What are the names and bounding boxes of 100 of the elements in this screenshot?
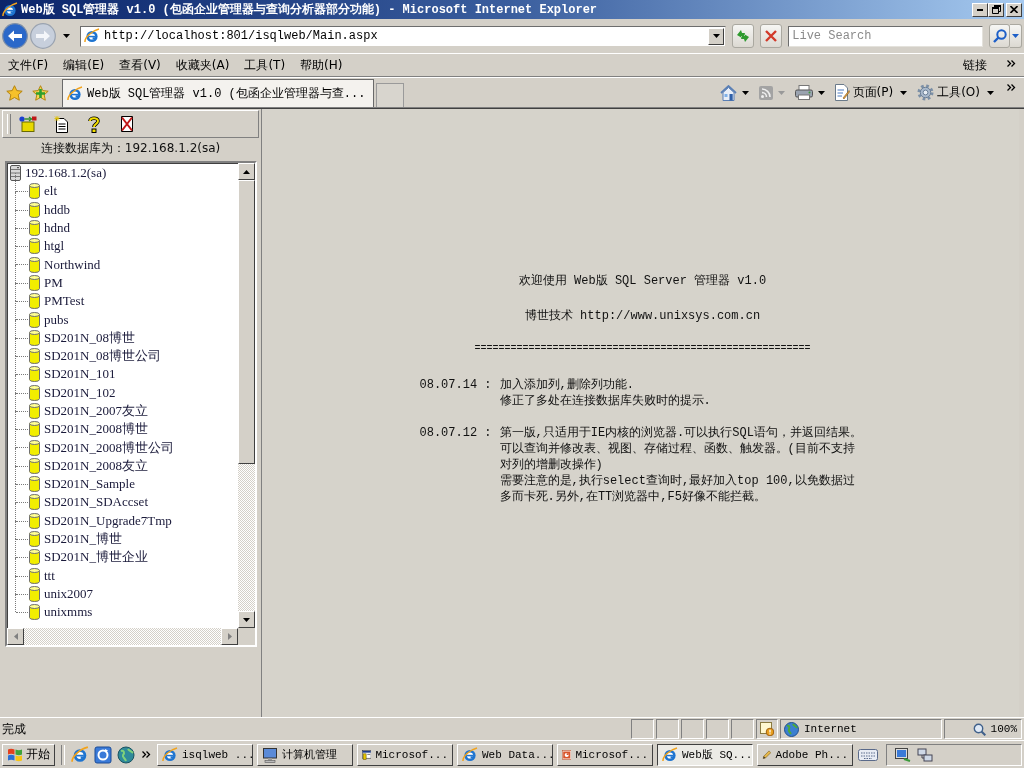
globe-icon <box>117 745 135 764</box>
tree-item[interactable]: Northwind <box>29 256 101 273</box>
status-pane <box>631 719 654 739</box>
minimize-button[interactable] <box>972 2 988 17</box>
url-text: http://localhost:801/isqlweb/Main.aspx <box>104 29 379 43</box>
database-icon <box>29 293 40 310</box>
restore-icon <box>991 5 1001 14</box>
tree-item[interactable]: SD201N_2008博世 <box>29 421 148 438</box>
address-field[interactable]: http://localhost:801/isqlweb/Main.aspx <box>80 25 727 47</box>
tree-item[interactable]: SD201N_101 <box>29 366 116 383</box>
search-options-button[interactable] <box>1010 24 1022 48</box>
links-button[interactable]: 链接 <box>957 54 993 76</box>
tree-item[interactable]: SD201N_08博世公司 <box>29 348 161 365</box>
tree-item[interactable]: pubs <box>29 311 69 328</box>
tree-item[interactable]: hddb <box>29 201 70 218</box>
search-field[interactable]: Live Search <box>788 25 984 47</box>
tree-item[interactable]: unix2007 <box>29 585 94 602</box>
database-icon <box>29 567 40 584</box>
start-button[interactable]: 开始 <box>2 743 55 766</box>
scroll-right-button[interactable] <box>221 628 238 645</box>
tree-item[interactable]: ttt <box>29 567 55 584</box>
scroll-up-button[interactable] <box>238 163 255 180</box>
taskbar-button[interactable]: Web版 SQ... <box>657 743 753 766</box>
chevrons-icon[interactable] <box>1007 84 1016 91</box>
tree-item[interactable]: unixmms <box>29 604 93 621</box>
tree-item[interactable]: SD201N_Sample <box>29 476 135 493</box>
close-icon <box>1010 6 1018 13</box>
tree-item[interactable]: PM <box>29 274 63 291</box>
zoom-level: 100% <box>990 723 1017 735</box>
database-icon <box>29 183 40 200</box>
taskbar-button[interactable]: Microsof... <box>357 743 453 766</box>
tree-item[interactable]: SD201N_博世企业 <box>29 549 148 566</box>
taskbar-button[interactable]: Adobe Ph... <box>757 743 853 766</box>
tree-item[interactable]: PMTest <box>29 293 85 310</box>
database-icon <box>29 494 40 511</box>
taskbar-button[interactable]: isqlweb ... <box>157 743 253 766</box>
chevrons-icon[interactable] <box>142 751 151 758</box>
stop-button[interactable] <box>760 24 783 48</box>
tree-item[interactable]: SD201N_SDAccset <box>29 494 148 511</box>
scroll-left-button[interactable] <box>7 628 24 645</box>
menu-item[interactable]: 收藏夹(A) <box>169 54 236 76</box>
search-button[interactable] <box>989 24 1011 48</box>
address-dropdown-button[interactable] <box>708 27 725 45</box>
stop-icon <box>765 30 778 42</box>
scroll-down-button[interactable] <box>238 611 255 628</box>
tree-item[interactable]: htgl <box>29 238 65 255</box>
quick-launch-button[interactable] <box>92 743 114 766</box>
command-menu-button[interactable]: 工具(O) <box>914 84 997 101</box>
changelog-date: 08.07.12 : <box>419 426 492 440</box>
chevrons-icon[interactable] <box>1007 59 1016 67</box>
menu-item[interactable]: 编辑(E) <box>57 54 111 76</box>
database-icon <box>29 384 40 401</box>
browser-tab[interactable]: Web版 SQL管理器 v1.0 (包函企业管理器与查... <box>62 79 375 107</box>
tree-item[interactable]: SD201N_2008博世公司 <box>29 439 174 456</box>
database-icon <box>29 604 40 621</box>
monitor-icon[interactable] <box>895 746 911 763</box>
database-icon <box>29 348 40 365</box>
status-pane <box>656 719 679 739</box>
tree-item[interactable]: elt <box>29 183 57 200</box>
tree-item[interactable]: SD201N_博世 <box>29 531 122 548</box>
status-pane <box>706 719 729 739</box>
database-icon <box>29 439 40 456</box>
tree-item[interactable]: SD201N_102 <box>29 384 116 401</box>
caret-icon <box>777 90 785 95</box>
connect-button[interactable] <box>18 114 38 134</box>
menu-item[interactable]: 查看(V) <box>113 54 167 76</box>
status-text: 完成 <box>1 720 27 738</box>
tree-item[interactable]: SD201N_08博世 <box>29 329 135 346</box>
tree-item[interactable]: hdnd <box>29 220 70 237</box>
taskbar-button[interactable]: 计算机管理 <box>257 743 353 766</box>
horizontal-scrollbar[interactable] <box>7 628 238 645</box>
printer-icon <box>794 85 813 100</box>
browser-logo-icon <box>2 1 18 18</box>
tree-item[interactable]: SD201N_2007友立 <box>29 403 148 419</box>
tree-item[interactable]: SD201N_2008友立 <box>29 457 148 474</box>
command-menu-button[interactable]: 页面(P) <box>831 84 911 101</box>
refresh-button[interactable] <box>732 24 755 48</box>
menu-item[interactable]: 文件(F) <box>2 54 55 76</box>
back-button[interactable] <box>2 23 28 49</box>
menu-item[interactable]: 工具(T) <box>238 54 292 76</box>
tree-item[interactable]: SD201N_Upgrade7Tmp <box>29 512 172 529</box>
scroll-thumb[interactable] <box>238 180 255 464</box>
browser-logo-icon <box>162 746 178 763</box>
network-icon[interactable] <box>917 746 933 763</box>
menu-item[interactable]: 帮助(H) <box>294 54 349 76</box>
restore-button[interactable] <box>988 2 1004 17</box>
quick-launch-button[interactable] <box>115 743 137 766</box>
caret-icon <box>741 90 749 95</box>
keyboard-icon[interactable] <box>858 748 878 761</box>
taskbar-button[interactable]: Web Data... <box>457 743 553 766</box>
zoom-pane[interactable]: 100% <box>944 719 1022 739</box>
caret-icon <box>987 90 994 95</box>
taskbar-button[interactable]: Microsof... <box>557 743 653 766</box>
vertical-scrollbar[interactable] <box>238 163 255 628</box>
search-icon <box>992 29 1007 43</box>
close-button[interactable] <box>1006 2 1022 17</box>
changelog-text: 可以查询并修改表、视图、存储过程、函数、触发器。(目前不支持对列的增删改操作) <box>499 441 856 473</box>
database-icon <box>29 476 40 493</box>
left-arrow-icon <box>13 633 18 640</box>
tree-root-item[interactable]: 192.168.1.2(sa) <box>10 165 107 182</box>
